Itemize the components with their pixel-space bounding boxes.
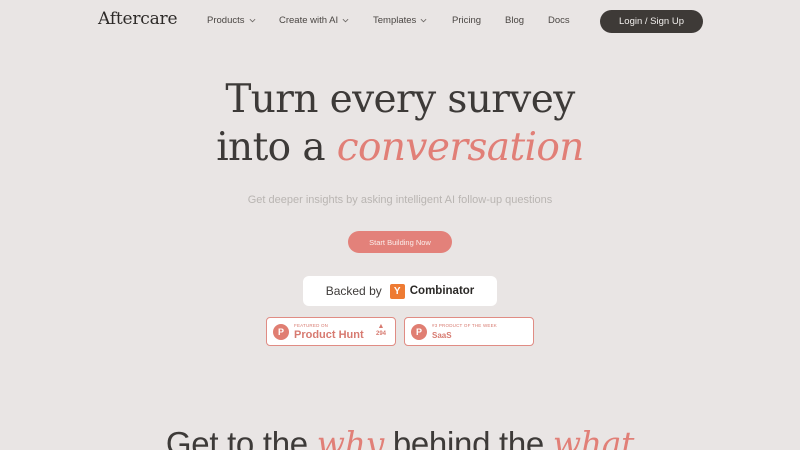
hero-subtitle: Get deeper insights by asking intelligen… — [247, 194, 553, 206]
nav-item-docs[interactable]: Docs — [548, 15, 570, 26]
hero-title-line2: into a conversation — [0, 124, 800, 172]
nav-item-label: Create with AI — [279, 15, 339, 26]
nav-item-label: Templates — [373, 15, 417, 26]
badge-caption: FEATURED ON — [294, 323, 329, 328]
nav-item-templates[interactable]: Templates — [373, 15, 427, 26]
badge-caption: #3 PRODUCT OF THE WEEK — [432, 323, 497, 328]
badge-title: Product Hunt — [294, 329, 364, 341]
section-title-accent2: what — [552, 424, 635, 450]
logo[interactable]: Aftercare — [98, 9, 178, 29]
hero-title-accent: conversation — [336, 125, 585, 170]
upvote-triangle-icon: ▲ — [377, 323, 385, 330]
nav-item-label: Pricing — [452, 15, 482, 26]
product-hunt-featured-badge[interactable]: P FEATURED ON Product Hunt ▲ 294 — [266, 317, 396, 346]
hero-title-plain: into a — [216, 125, 337, 170]
chevron-down-icon — [342, 18, 349, 23]
chevron-down-icon — [249, 18, 255, 23]
y-combinator-name: Combinator — [409, 285, 475, 297]
section-title-part2: behind the — [383, 425, 553, 450]
section-title: Get to the why behind the what — [0, 424, 800, 450]
section-title-accent1: why — [316, 424, 385, 450]
landing-page: Aftercare Products Create with AI Templa… — [0, 0, 800, 450]
backed-by-label: Backed by — [325, 284, 382, 298]
login-signup-button[interactable]: Login / Sign Up — [600, 10, 703, 33]
backed-by-card[interactable]: Backed by Y Combinator — [303, 276, 497, 306]
product-hunt-week-badge[interactable]: P #3 PRODUCT OF THE WEEK SaaS — [404, 317, 534, 346]
nav-item-pricing[interactable]: Pricing — [452, 15, 481, 26]
nav-item-label: Products — [207, 15, 245, 26]
nav-item-blog[interactable]: Blog — [505, 15, 524, 26]
nav-item-label: Docs — [548, 15, 570, 26]
nav-item-label: Blog — [505, 15, 525, 26]
hero-title-line1: Turn every survey — [225, 77, 575, 122]
upvote-count: ▲ 294 — [375, 323, 387, 337]
section-title-part1: Get to the — [165, 425, 317, 450]
product-hunt-icon: P — [411, 324, 427, 340]
chevron-down-icon — [420, 18, 427, 23]
y-combinator-logo-icon: Y — [389, 283, 405, 299]
nav-item-create-with-ai[interactable]: Create with AI — [279, 15, 349, 26]
nav-item-products[interactable]: Products — [207, 15, 256, 26]
upvote-number: 294 — [375, 331, 386, 337]
top-nav: Aftercare Products Create with AI Templa… — [0, 0, 800, 44]
product-hunt-icon: P — [273, 324, 289, 340]
start-building-button[interactable]: Start Building Now — [348, 231, 452, 253]
badge-title: SaaS — [432, 331, 452, 340]
